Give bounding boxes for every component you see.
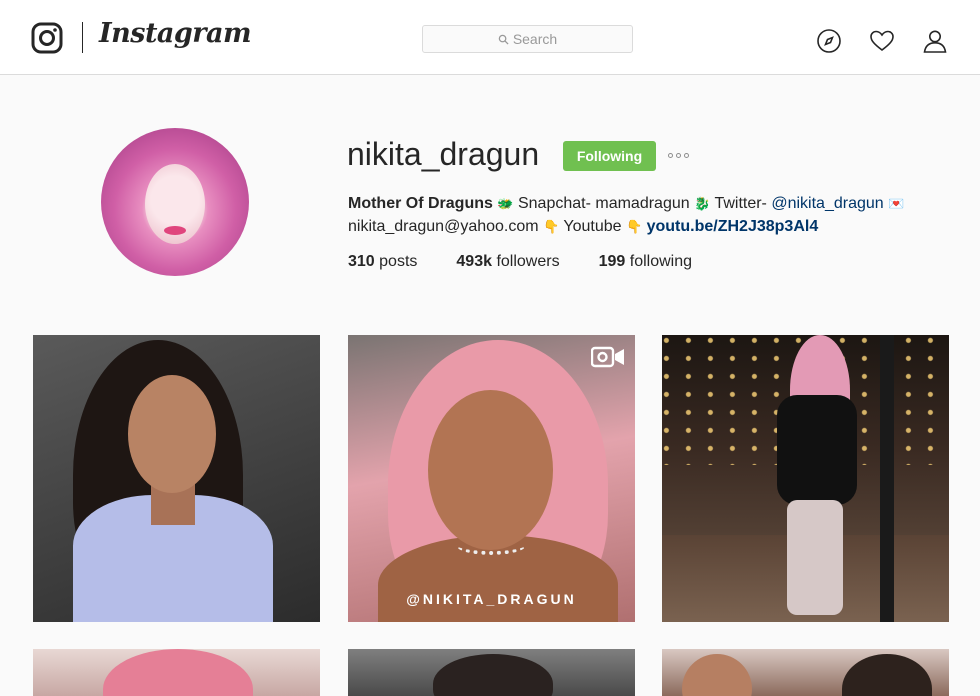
heart-icon[interactable] xyxy=(869,28,895,54)
following-count: 199 xyxy=(598,253,626,270)
bio-twitter-prefix: Twitter- xyxy=(714,195,767,212)
photo-necklace xyxy=(456,535,526,555)
twitter-handle-link[interactable]: @nikita_dragun xyxy=(771,195,883,212)
profile-stats: 310 posts 493k followers 199 following xyxy=(348,253,731,271)
top-nav-bar: Instagram Search xyxy=(0,0,980,75)
dot xyxy=(684,152,689,158)
bio-youtube-label: Youtube xyxy=(563,218,622,235)
photo-hair xyxy=(103,649,253,696)
photo-face xyxy=(682,654,752,696)
photo-hair xyxy=(433,654,553,696)
dot xyxy=(676,152,681,158)
post-thumbnail[interactable] xyxy=(662,335,949,622)
bio-name: Mother Of Draguns xyxy=(348,195,493,212)
brand-divider xyxy=(82,22,83,53)
bio-snapchat: Snapchat- mamadragun xyxy=(517,195,690,212)
post-thumbnail-video[interactable]: @NIKITA_DRAGUN xyxy=(348,335,635,622)
following-label: following xyxy=(629,253,693,270)
dragon-emoji-icon: 🐉 xyxy=(694,196,711,211)
more-options-icon[interactable] xyxy=(668,148,696,162)
compass-icon[interactable] xyxy=(816,28,842,54)
pointing-down-emoji-icon: 👇 xyxy=(625,219,643,234)
following-stat[interactable]: 199 following xyxy=(599,253,692,271)
followers-label: followers xyxy=(496,253,560,270)
profile-username: nikita_dragun xyxy=(347,136,540,172)
photo-hair xyxy=(842,654,932,696)
dragon-emoji-icon: 🐲 xyxy=(497,196,514,211)
pointing-down-emoji-icon: 👇 xyxy=(543,219,560,234)
following-button[interactable]: Following xyxy=(563,141,656,171)
posts-count: 310 xyxy=(348,253,375,270)
love-letter-emoji-icon: 💌 xyxy=(888,196,905,211)
followers-count: 493k xyxy=(456,253,492,270)
followers-stat[interactable]: 493k followers xyxy=(456,253,559,271)
youtube-link[interactable]: youtu.be/ZH2J38p3Al4 xyxy=(647,218,819,235)
photo-boots xyxy=(787,500,843,615)
bio-email: nikita_dragun@yahoo.com xyxy=(348,218,539,235)
video-camera-icon xyxy=(590,345,625,369)
profile-bio: Mother Of Draguns 🐲 Snapchat- mamadragun… xyxy=(348,192,948,238)
post-thumbnail[interactable] xyxy=(33,335,320,622)
photo-face xyxy=(428,390,553,550)
profile-avatar[interactable] xyxy=(101,128,249,276)
search-placeholder: Search xyxy=(512,31,558,47)
avatar-lips xyxy=(164,226,186,235)
instagram-camera-icon[interactable] xyxy=(31,22,63,54)
search-input[interactable]: Search xyxy=(422,25,633,53)
photo-watermark-text: @NIKITA_DRAGUN xyxy=(406,591,577,607)
photo-face xyxy=(128,375,216,493)
post-thumbnail[interactable] xyxy=(33,649,320,696)
bio-line-2: nikita_dragun@yahoo.com 👇 Youtube 👇 yout… xyxy=(348,215,948,238)
instagram-wordmark[interactable]: Instagram xyxy=(99,18,252,49)
photo-lamp-post xyxy=(880,335,894,622)
search-icon xyxy=(498,34,509,45)
post-thumbnail[interactable] xyxy=(662,649,949,696)
bio-line-1: Mother Of Draguns 🐲 Snapchat- mamadragun… xyxy=(348,192,948,215)
dot xyxy=(668,152,673,158)
person-icon[interactable] xyxy=(922,28,948,54)
post-thumbnail[interactable] xyxy=(348,649,635,696)
posts-stat: 310 posts xyxy=(348,253,417,271)
posts-label: posts xyxy=(379,253,418,270)
photo-jacket xyxy=(777,395,857,505)
